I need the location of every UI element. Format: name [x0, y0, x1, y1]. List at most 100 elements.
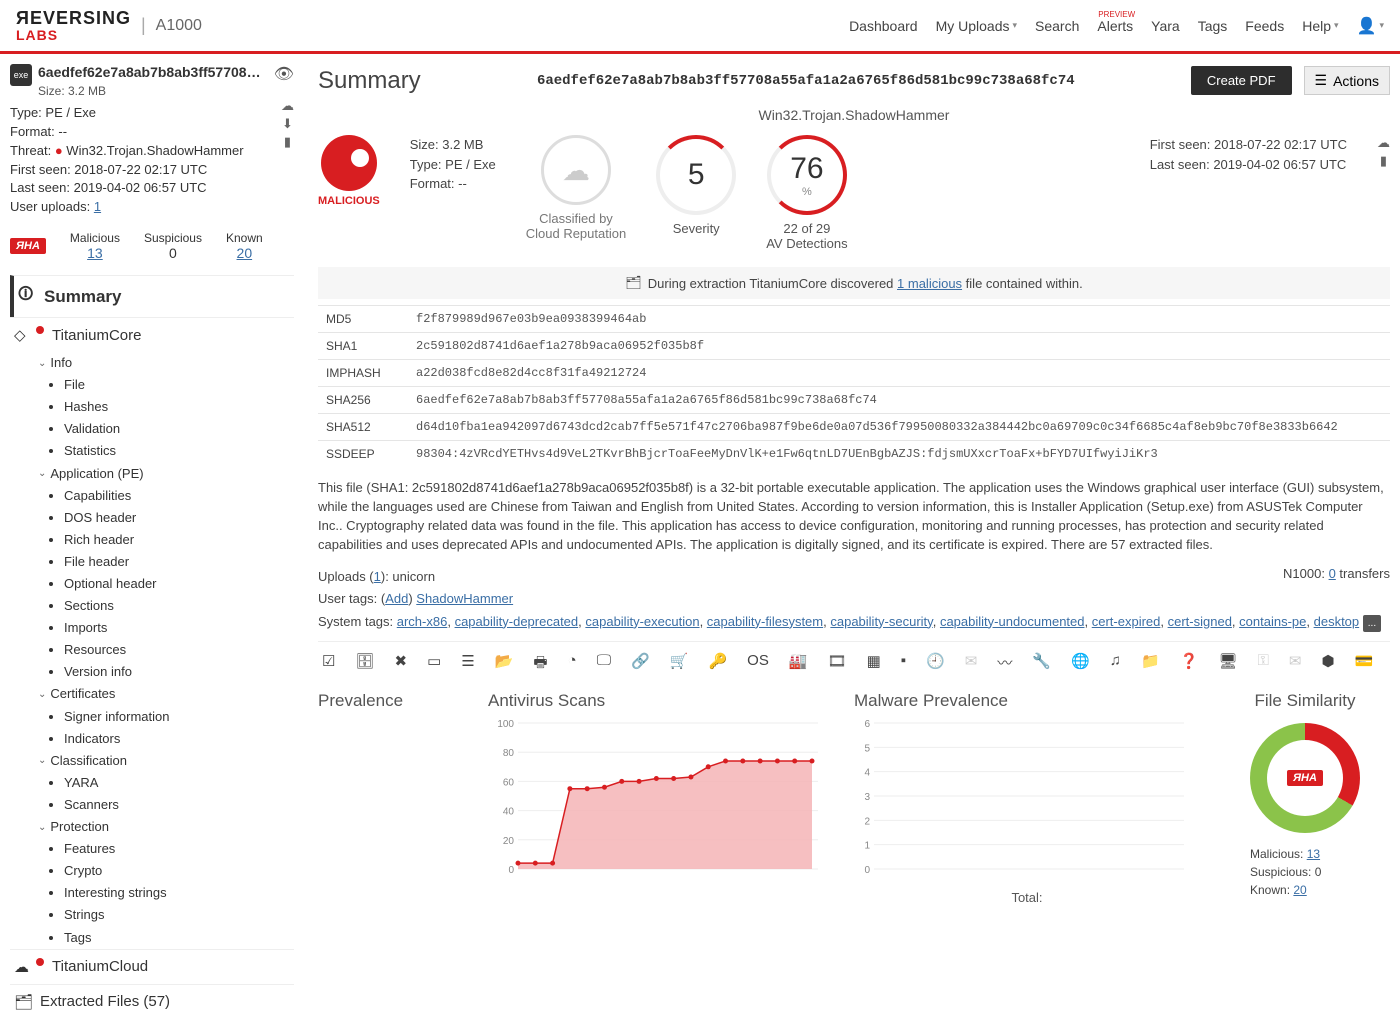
- tree-item[interactable]: Resources: [64, 639, 294, 661]
- system-tag[interactable]: cert-expired: [1092, 614, 1161, 629]
- cloud-icon[interactable]: ☁: [281, 98, 294, 114]
- tree-item[interactable]: Crypto: [64, 860, 294, 882]
- tab-extracted-files[interactable]: 🗂Extracted Files (57): [10, 984, 294, 1019]
- svg-text:2: 2: [864, 816, 870, 827]
- list-icon[interactable]: ☰: [461, 652, 474, 677]
- tree-item[interactable]: Validation: [64, 418, 294, 440]
- open-folder-icon[interactable]: 📁: [1141, 652, 1160, 677]
- wrench-icon[interactable]: 🔧: [1032, 652, 1051, 677]
- system-tag[interactable]: contains-pe: [1239, 614, 1306, 629]
- create-pdf-button[interactable]: Create PDF: [1191, 66, 1292, 95]
- chevron-down-icon: ▾: [1334, 20, 1339, 31]
- count-malicious: Malicious13: [70, 231, 120, 261]
- tree-item[interactable]: Features: [64, 838, 294, 860]
- tree-item[interactable]: DOS header: [64, 507, 294, 529]
- tree-application[interactable]: ⌄Application (PE): [38, 463, 294, 485]
- file-similarity-heading: File Similarity: [1220, 691, 1390, 711]
- music-icon[interactable]: ♫: [1110, 652, 1121, 677]
- system-tag[interactable]: capability-security: [830, 614, 932, 629]
- actions-button[interactable]: ☰Actions: [1304, 66, 1390, 95]
- count-suspicious: Suspicious0: [144, 231, 202, 261]
- check-icon[interactable]: ☑: [322, 652, 335, 677]
- tree-item[interactable]: File: [64, 374, 294, 396]
- tree-item[interactable]: Imports: [64, 617, 294, 639]
- visibility-icon[interactable]: 👁: [274, 64, 294, 84]
- more-tags-button[interactable]: ...: [1363, 615, 1381, 632]
- system-tag[interactable]: capability-deprecated: [455, 614, 579, 629]
- terminal-icon[interactable]: ▪: [901, 652, 906, 677]
- nav-search[interactable]: Search: [1035, 18, 1079, 34]
- system-tag[interactable]: capability-execution: [585, 614, 699, 629]
- calendar-icon[interactable]: ▦: [867, 652, 881, 677]
- nav-alerts[interactable]: PREVIEWAlerts: [1097, 18, 1133, 34]
- key-icon[interactable]: 🔑: [708, 652, 727, 677]
- tree-item[interactable]: Hashes: [64, 396, 294, 418]
- printer-icon[interactable]: 🖶: [533, 652, 547, 677]
- tree-item[interactable]: Version info: [64, 661, 294, 683]
- brand-logo[interactable]: ЯEVERSING LABS: [16, 8, 131, 43]
- activity-icon[interactable]: 〰: [997, 652, 1012, 677]
- tree-item[interactable]: Capabilities: [64, 485, 294, 507]
- titaniumcore-tree: ⌄Info FileHashesValidationStatistics ⌄Ap…: [38, 352, 294, 949]
- main-content: Summary 6aedfef62e7a8ab7b8ab3ff57708a55a…: [300, 54, 1400, 1029]
- tree-indicators[interactable]: Indicators: [64, 728, 294, 750]
- tab-summary[interactable]: 🛈Summary: [10, 275, 294, 317]
- tree-item[interactable]: Rich header: [64, 529, 294, 551]
- system-tag[interactable]: arch-x86: [397, 614, 448, 629]
- nav-help[interactable]: Help▾: [1302, 18, 1338, 34]
- tree-item[interactable]: Scanners: [64, 794, 294, 816]
- hash-md5: f2f879989d967e03b9ea0938399464ab: [408, 306, 1390, 333]
- shield-icon[interactable]: ⬢: [1321, 652, 1334, 677]
- tree-item[interactable]: Optional header: [64, 573, 294, 595]
- device-icon[interactable]: ▮: [284, 134, 291, 150]
- system-tag[interactable]: capability-undocumented: [940, 614, 1085, 629]
- folder-icon[interactable]: 📂: [495, 652, 514, 677]
- tree-protection[interactable]: ⌄Protection: [38, 816, 294, 838]
- nav-feeds[interactable]: Feeds: [1245, 18, 1284, 34]
- monitor-icon[interactable]: 🖥: [1218, 652, 1237, 677]
- key2-icon: ⚿: [1257, 652, 1268, 677]
- tree-item[interactable]: YARA: [64, 772, 294, 794]
- film-icon[interactable]: 🎞: [828, 652, 847, 677]
- cloud-icon: ☁: [541, 135, 611, 205]
- user-tag[interactable]: ShadowHammer: [416, 591, 513, 606]
- card-icon[interactable]: 💳: [1355, 652, 1374, 677]
- clock-icon[interactable]: 🕘: [926, 652, 945, 677]
- system-tag[interactable]: capability-filesystem: [707, 614, 823, 629]
- tree-tags[interactable]: Tags: [64, 927, 294, 949]
- gauge-icon[interactable]: ◔: [568, 652, 577, 677]
- nav-my-uploads[interactable]: My Uploads▾: [936, 18, 1017, 34]
- sidebar: exe 6aedfef62e7a8ab7b8ab3ff57708a55afa1.…: [0, 54, 300, 1029]
- shuffle-icon[interactable]: ✖: [395, 652, 408, 677]
- tree-certificates[interactable]: ⌄Certificates: [38, 683, 294, 705]
- tree-item[interactable]: Signer information: [64, 706, 294, 728]
- download-icon[interactable]: ⬇: [282, 116, 293, 132]
- display-icon[interactable]: 🖵: [597, 652, 611, 677]
- add-tag-link[interactable]: Add: [385, 591, 408, 606]
- user-uploads-link[interactable]: 1: [94, 199, 101, 214]
- tree-interesting-strings[interactable]: Interesting strings: [64, 882, 294, 904]
- tree-info[interactable]: ⌄Info: [38, 352, 294, 374]
- device-icon[interactable]: ▮: [1380, 153, 1387, 169]
- factory-icon[interactable]: 🏭: [789, 652, 808, 677]
- tree-strings[interactable]: Strings: [64, 904, 294, 926]
- os-icon[interactable]: OS: [747, 652, 769, 677]
- nav-yara[interactable]: Yara: [1151, 18, 1180, 34]
- archive-icon[interactable]: 🗄: [355, 652, 374, 677]
- extraction-notice: 🗂 During extraction TitaniumCore discove…: [318, 267, 1390, 299]
- tab-titaniumcore[interactable]: ◇TitaniumCore: [10, 317, 294, 352]
- tree-item[interactable]: Sections: [64, 595, 294, 617]
- tree-classification[interactable]: ⌄Classification: [38, 750, 294, 772]
- help-icon[interactable]: ❓: [1180, 652, 1199, 677]
- nav-tags[interactable]: Tags: [1198, 18, 1228, 34]
- cloud-icon[interactable]: ☁: [1377, 135, 1390, 151]
- system-tag[interactable]: cert-signed: [1168, 614, 1232, 629]
- malicious-files-link[interactable]: 1 malicious: [897, 276, 962, 291]
- nav-dashboard[interactable]: Dashboard: [849, 18, 918, 34]
- system-tag[interactable]: desktop: [1314, 614, 1360, 629]
- tree-item[interactable]: Statistics: [64, 440, 294, 462]
- user-menu[interactable]: 👤▾: [1357, 16, 1384, 36]
- tab-titaniumcloud[interactable]: ☁TitaniumCloud: [10, 949, 294, 984]
- window-icon[interactable]: ▭: [427, 652, 441, 677]
- tree-item[interactable]: File header: [64, 551, 294, 573]
